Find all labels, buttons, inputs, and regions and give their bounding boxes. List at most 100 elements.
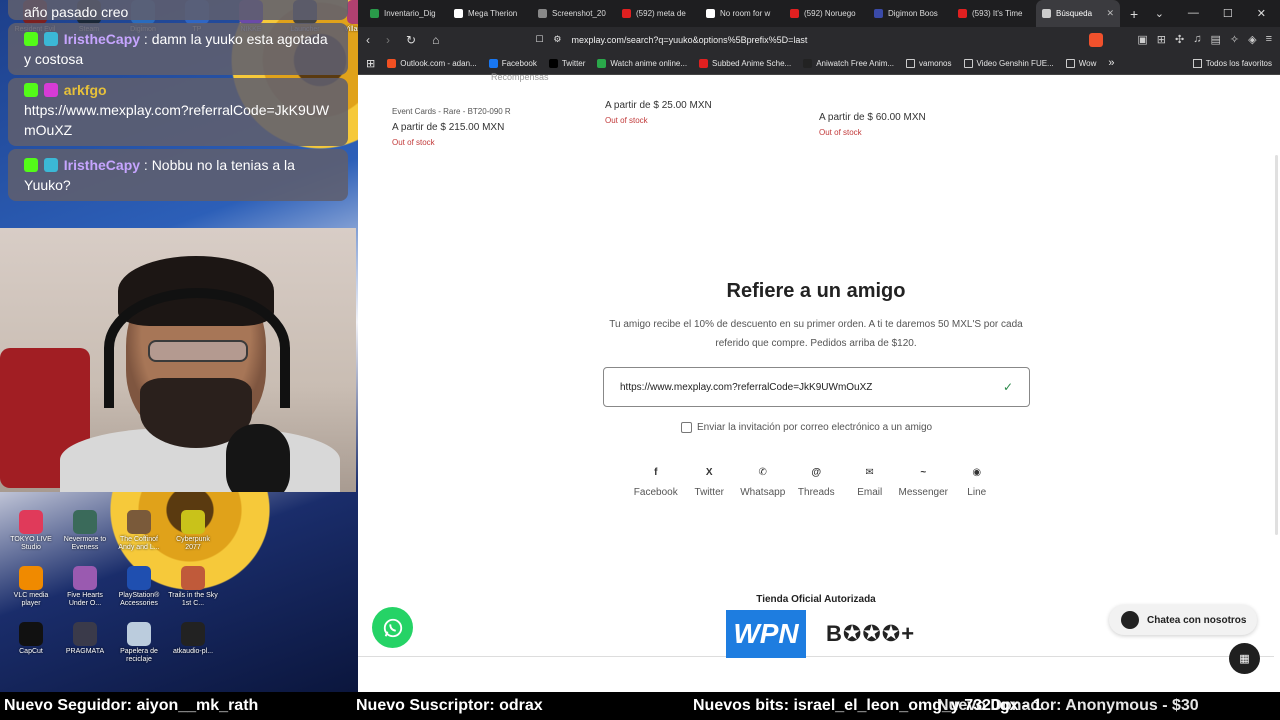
share-line-button[interactable]: ◉ Line bbox=[950, 465, 1004, 499]
folder-icon bbox=[963, 58, 973, 68]
share-label: Email bbox=[857, 487, 883, 498]
desktop-shortcut-label: PRAGMATA bbox=[65, 648, 105, 655]
bookmark-item[interactable]: Watch anime online... bbox=[597, 58, 687, 68]
browser-tab[interactable]: No room for w bbox=[700, 0, 784, 27]
all-favorites-label: Todos los favoritos bbox=[1205, 58, 1272, 68]
store-icon-button[interactable]: ▦ bbox=[1229, 643, 1260, 674]
browser-tab[interactable]: Digimon Boos bbox=[868, 0, 952, 27]
tab-favicon-icon bbox=[874, 9, 883, 18]
chat-message: IristheCapy : damn la yuuko esta agotada… bbox=[8, 23, 348, 75]
share-whatsapp-button[interactable]: ✆ Whatsapp bbox=[736, 465, 790, 499]
vpn-icon[interactable]: ◈ bbox=[1248, 33, 1256, 46]
whatsapp-float-button[interactable] bbox=[372, 607, 413, 648]
leo-icon[interactable]: ✧ bbox=[1230, 33, 1239, 46]
brave-shield-icon[interactable] bbox=[1089, 32, 1104, 47]
bookmark-item[interactable]: Aniwatch Free Anim... bbox=[803, 58, 894, 68]
puzzle-icon[interactable]: ✣ bbox=[1175, 33, 1184, 46]
checkbox[interactable] bbox=[681, 422, 692, 433]
bookmark-item[interactable]: Subbed Anime Sche... bbox=[699, 58, 792, 68]
browser-tab[interactable]: Inventario_Dig bbox=[364, 0, 448, 27]
desktop-shortcut: TOKYO LIVE Studio bbox=[6, 510, 56, 552]
recompensas-label[interactable]: Recompensas bbox=[491, 72, 549, 82]
desktop-shortcut: PRAGMATA bbox=[60, 622, 110, 664]
desktop-shortcut-label: CapCut bbox=[19, 648, 43, 655]
close-icon[interactable]: ✕ bbox=[1257, 7, 1266, 20]
sidebar-icon[interactable]: ▤ bbox=[1210, 33, 1220, 46]
browser-tab[interactable]: (592) meta de bbox=[616, 0, 700, 27]
whatsapp-icon bbox=[383, 618, 402, 637]
tab-label: Mega Therion bbox=[468, 9, 518, 18]
music-icon[interactable]: ♫ bbox=[1193, 33, 1201, 46]
tab-list-icon[interactable]: ⌄ bbox=[1155, 7, 1164, 20]
browser-tab[interactable]: (592) Noruego bbox=[784, 0, 868, 27]
url-text[interactable]: mexplay.com/search?q=yuuko&options%5Bpre… bbox=[571, 35, 807, 45]
bookmark-item[interactable]: vamonos bbox=[906, 58, 952, 68]
bookmark-label: Subbed Anime Sche... bbox=[712, 58, 792, 68]
referral-link-field[interactable]: https://www.mexplay.com?referralCode=JkK… bbox=[603, 367, 1030, 407]
share-label: Threads bbox=[797, 487, 835, 498]
back-icon[interactable]: ‹ bbox=[366, 33, 370, 47]
extension-icons: ▣ ⊞ ✣ ♫ ▤ ✧ ◈ ≡ bbox=[1137, 33, 1272, 46]
chat-message: año pasado creo bbox=[8, 0, 348, 20]
bookmark-page-icon[interactable]: ☐ bbox=[535, 34, 543, 45]
bookmark-item[interactable]: Video Genshin FUE... bbox=[963, 58, 1054, 68]
email-invite-checkbox[interactable]: Enviar la invitación por correo electrón… bbox=[681, 422, 932, 433]
desktop-shortcut: Papelera de reciclaje bbox=[114, 622, 164, 664]
bookmark-item[interactable]: Outlook.com - adan... bbox=[387, 58, 477, 68]
close-tab-icon[interactable]: ✕ bbox=[1106, 8, 1114, 19]
microphone bbox=[226, 424, 290, 492]
tab-favicon-icon bbox=[1042, 9, 1051, 18]
bookmarks-more-icon[interactable]: » bbox=[1108, 57, 1114, 69]
share-twitter-button[interactable]: X Twitter bbox=[683, 465, 737, 499]
product-card[interactable]: A partir de $ 60.00 MXN Out of stock bbox=[819, 107, 926, 137]
share-email-button[interactable]: ✉ Email bbox=[843, 465, 897, 499]
browser-tab[interactable]: Mega Therion bbox=[448, 0, 532, 27]
ticker-follower: Nuevo Seguidor: aiyon__mk_rath bbox=[4, 697, 259, 714]
stream-chat: año pasado creo IristheCapy : damn la yu… bbox=[8, 0, 348, 204]
apps-icon[interactable]: ⊞ bbox=[366, 57, 375, 70]
menu-icon[interactable]: ≡ bbox=[1266, 33, 1272, 46]
tab-label: No room for w bbox=[720, 9, 771, 18]
new-tab-button[interactable]: + bbox=[1120, 6, 1148, 22]
share-threads-button[interactable]: @ Threads bbox=[790, 465, 844, 499]
page-content: Recompensas Event Cards - Rare - BT20-09… bbox=[358, 72, 1280, 692]
desktop-icons-row: VLC media player Five Hearts Under O... Pl… bbox=[6, 566, 218, 608]
desktop-shortcut: Trails in the Sky 1st C... bbox=[168, 566, 218, 608]
all-favorites[interactable]: Todos los favoritos bbox=[1192, 58, 1272, 68]
forward-icon[interactable]: › bbox=[386, 33, 390, 47]
chat-with-us-button[interactable]: Chatea con nosotros bbox=[1109, 605, 1257, 635]
product-card[interactable]: A partir de $ 25.00 MXN Out of stock bbox=[605, 95, 712, 125]
home-icon[interactable]: ⌂ bbox=[432, 33, 439, 47]
referral-link-text[interactable]: https://www.mexplay.com?referralCode=JkK… bbox=[620, 382, 872, 393]
maximize-icon[interactable]: ☐ bbox=[1223, 7, 1233, 20]
bookmark-favicon-icon bbox=[699, 58, 709, 68]
extension-icon[interactable]: ⊞ bbox=[1157, 33, 1166, 46]
desktop-shortcut-label: atkaudio-pl... bbox=[172, 648, 214, 655]
bookmark-item[interactable]: Facebook bbox=[488, 58, 537, 68]
site-info-icon[interactable]: ⚙ bbox=[553, 34, 561, 45]
app-icon bbox=[73, 622, 97, 646]
browser-tab[interactable]: (593) It's Time bbox=[952, 0, 1036, 27]
share-label: Whatsapp bbox=[740, 487, 786, 498]
scrollbar[interactable] bbox=[1275, 155, 1278, 535]
bookmark-item[interactable]: Twitter bbox=[548, 58, 585, 68]
bookmark-item[interactable]: Wow bbox=[1065, 58, 1096, 68]
whatsapp-icon: ✆ bbox=[758, 466, 767, 478]
product-price: A partir de $ 60.00 MXN bbox=[819, 112, 926, 123]
desktop-shortcut-label: VLC media player bbox=[13, 592, 49, 607]
bookmark-label: Facebook bbox=[501, 58, 537, 68]
address-bar[interactable]: ☐ ⚙ mexplay.com/search?q=yuuko&options%5… bbox=[455, 30, 1122, 49]
kick-badge-icon bbox=[24, 158, 38, 172]
browser-tab[interactable]: Búsqueda ✕ bbox=[1036, 0, 1120, 27]
reload-icon[interactable]: ↻ bbox=[406, 33, 416, 47]
desktop-shortcut: atkaudio-pl... bbox=[168, 622, 218, 664]
app-icon bbox=[19, 566, 43, 590]
minimize-icon[interactable]: — bbox=[1188, 7, 1199, 20]
share-facebook-button[interactable]: f Facebook bbox=[629, 465, 683, 499]
extension-icon[interactable]: ▣ bbox=[1137, 33, 1147, 46]
tab-label: Screenshot_20 bbox=[552, 9, 606, 18]
share-messenger-button[interactable]: ~ Messenger bbox=[897, 465, 951, 499]
desktop-icons-row: CapCut PRAGMATA Papelera de reciclaje atkau… bbox=[6, 622, 218, 664]
browser-tab[interactable]: Screenshot_20 bbox=[532, 0, 616, 27]
product-card[interactable]: Event Cards - Rare - BT20-090 R A partir… bbox=[392, 107, 511, 147]
